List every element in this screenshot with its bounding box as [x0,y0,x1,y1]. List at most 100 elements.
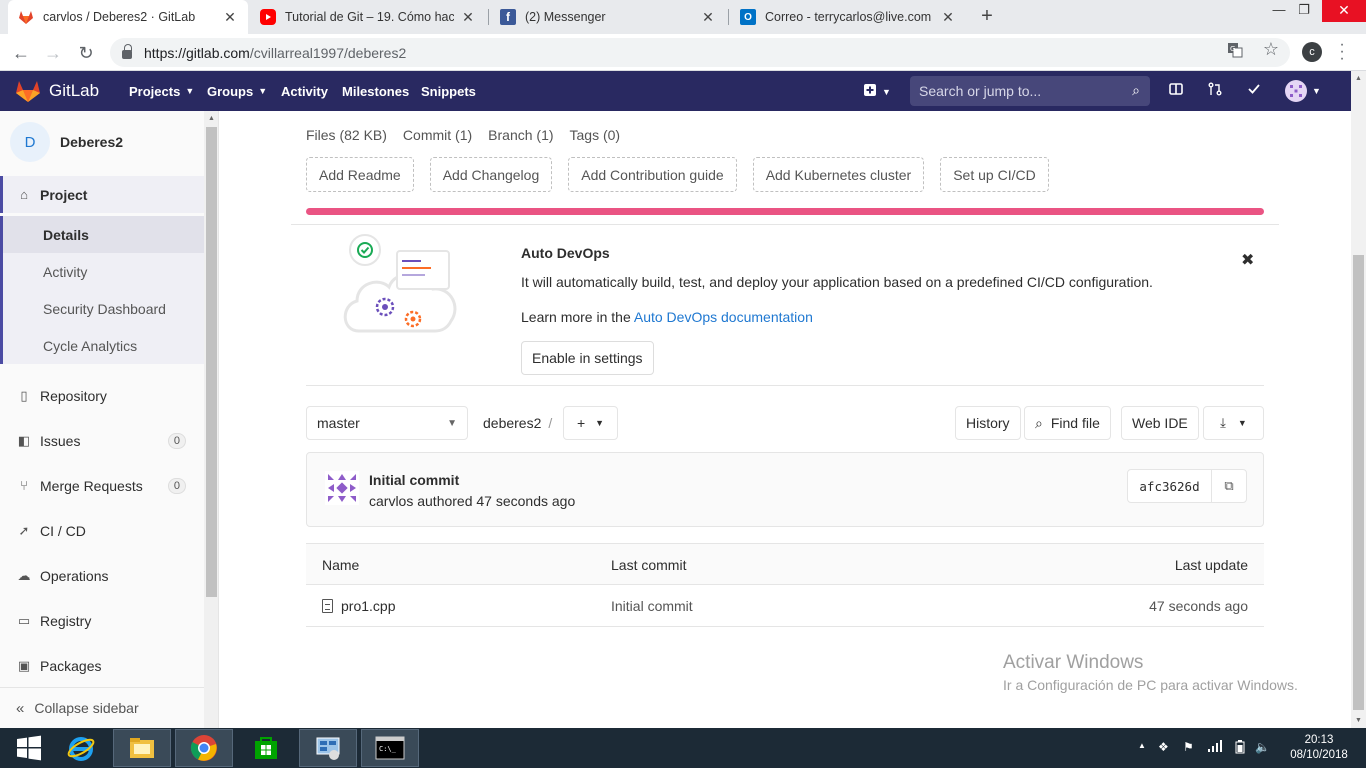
stat-tags[interactable]: Tags (0) [570,127,621,143]
setup-cicd-button[interactable]: Set up CI/CD [940,157,1049,192]
system-clock[interactable]: 20:13 08/10/2018 [1288,733,1350,763]
close-window-icon[interactable]: ✕ [1322,0,1366,22]
file-explorer-icon[interactable] [113,729,171,767]
sidebar-item-operations[interactable]: ☁ Operations [0,557,204,594]
restore-icon[interactable]: ❐ [1290,2,1318,24]
history-button[interactable]: History [955,406,1021,440]
sidebar-project-header[interactable]: D Deberes2 [10,122,123,162]
start-button[interactable] [0,729,58,767]
download-dropdown[interactable]: ⤓ ▼ [1203,406,1264,440]
file-name-cell[interactable]: pro1.cpp [322,598,395,614]
tab-gitlab[interactable]: carvlos / Deberes2 · GitLab ✕ [8,0,248,34]
merge-request-icon[interactable] [1206,82,1224,100]
sidebar-item-cycle-analytics[interactable]: Cycle Analytics [0,327,204,364]
command-prompt-icon[interactable]: C:\_ [361,729,419,767]
tab-outlook[interactable]: O Correo - terrycarlos@live.com ✕ [730,0,966,34]
gitlab-home-link[interactable]: GitLab [15,79,99,103]
bookmark-star-icon[interactable]: ☆ [1262,39,1280,59]
close-tab-icon[interactable]: ✕ [940,9,956,26]
sidebar-item-merge-requests[interactable]: ⑂ Merge Requests 0 [0,467,204,504]
auto-devops-docs-link[interactable]: Auto DevOps documentation [634,309,813,325]
internet-explorer-icon[interactable] [52,729,110,767]
nav-milestones[interactable]: Milestones [342,71,409,111]
sidebar-toggle-icon[interactable] [1167,82,1185,100]
close-tab-icon[interactable]: ✕ [700,9,716,26]
nav-activity[interactable]: Activity [281,71,328,111]
branch-selector[interactable]: master ▼ [306,406,468,440]
add-to-tree-dropdown[interactable]: + ▼ [563,406,618,440]
page-scrollbar[interactable]: ▲ ▼ [1351,71,1366,728]
file-last-commit[interactable]: Initial commit [611,598,693,614]
chrome-menu-icon[interactable]: · · · [1336,37,1348,67]
copy-icon[interactable]: ⧉ [1212,470,1246,502]
close-tab-icon[interactable]: ✕ [222,9,238,26]
volume-icon[interactable]: 🔈 [1255,740,1270,754]
sidebar-item-project[interactable]: ⌂ Project [0,176,204,213]
project-name: Deberes2 [60,134,124,150]
nav-groups[interactable]: Groups ▼ [207,71,267,111]
sidebar-scrollbar[interactable]: ▲ [204,111,218,728]
repo-path-link[interactable]: deberes2 [483,415,541,431]
learn-more-text: Learn more in the [521,309,634,325]
add-changelog-button[interactable]: Add Changelog [429,157,553,192]
add-kubernetes-cluster-button[interactable]: Add Kubernetes cluster [752,157,925,192]
add-readme-button[interactable]: Add Readme [306,157,414,192]
scroll-up-icon[interactable]: ▲ [208,115,215,122]
web-ide-button[interactable]: Web IDE [1121,406,1199,440]
home-icon: ⌂ [20,187,28,202]
find-file-button[interactable]: ⌕ Find file [1024,406,1111,440]
sidebar-item-registry[interactable]: ▭ Registry [0,602,204,639]
windows-activation-title: Activar Windows [1003,652,1144,673]
translate-icon[interactable]: G [1226,42,1244,60]
collapse-sidebar-button[interactable]: « Collapse sidebar [0,687,204,728]
tab-messenger[interactable]: f (2) Messenger ✕ [490,0,726,34]
tab-youtube[interactable]: Tutorial de Git – 19. Cómo hacer ✕ [250,0,486,34]
sidebar-item-packages[interactable]: ▣ Packages [0,647,204,684]
scroll-down-icon[interactable]: ▼ [1355,717,1362,724]
url-input[interactable]: https://gitlab.com/cvillarreal1997/deber… [110,38,1290,67]
profile-avatar[interactable]: c [1302,42,1322,62]
sidebar-item-issues[interactable]: ◧ Issues 0 [0,422,204,459]
close-tab-icon[interactable]: ✕ [460,9,476,26]
commit-title-link[interactable]: Initial commit [369,472,459,488]
nav-label: Projects [129,83,181,99]
stat-branch[interactable]: Branch (1) [488,127,553,143]
nav-projects[interactable]: Projects ▼ [129,71,194,111]
tray-expand-icon[interactable]: ▲ [1138,741,1146,750]
sidebar-item-cicd[interactable]: ➚ CI / CD [0,512,204,549]
mr-count-badge: 0 [167,477,186,494]
stat-commit[interactable]: Commit (1) [403,127,472,143]
search-input[interactable]: Search or jump to... ⌕ [910,76,1150,106]
scroll-up-icon[interactable]: ▲ [1355,75,1362,82]
table-row[interactable]: pro1.cpp Initial commit 47 seconds ago [306,585,1264,627]
reload-icon[interactable]: ↻ [73,40,99,66]
minimize-icon[interactable]: — [1265,2,1293,24]
stat-files[interactable]: Files (82 KB) [306,127,387,143]
enable-in-settings-button[interactable]: Enable in settings [521,341,654,375]
sidebar-item-activity[interactable]: Activity [0,253,204,290]
author-avatar[interactable] [325,471,359,505]
nav-snippets[interactable]: Snippets [421,71,476,111]
new-tab-button[interactable]: + [976,6,998,28]
sidebar-scroll-thumb[interactable] [206,127,217,597]
forward-icon[interactable]: → [40,40,66,66]
add-contribution-guide-button[interactable]: Add Contribution guide [568,157,737,192]
dropbox-icon[interactable]: ❖ [1158,740,1169,754]
sidebar-item-repository[interactable]: ▯ Repository [0,377,204,414]
sidebar-item-details[interactable]: Details [0,216,204,253]
new-dropdown-icon[interactable]: ▼ [863,82,895,100]
control-panel-icon[interactable] [299,729,357,767]
windows-store-icon[interactable] [237,729,295,767]
commit-sha-link[interactable]: afc3626d [1128,470,1212,502]
todo-check-icon[interactable] [1245,82,1263,100]
chevron-down-icon: ▼ [185,86,195,96]
back-icon[interactable]: ← [8,40,34,66]
sidebar-item-security-dashboard[interactable]: Security Dashboard [0,290,204,327]
notification-flag-icon[interactable]: ⚑ [1183,740,1194,754]
chrome-icon[interactable] [175,729,233,767]
close-icon[interactable]: ✖ [1241,250,1254,270]
page-scroll-thumb[interactable] [1353,255,1364,710]
battery-icon[interactable] [1235,740,1245,757]
network-signal-icon[interactable] [1207,740,1223,755]
user-avatar-dropdown[interactable]: ▼ [1285,80,1325,102]
